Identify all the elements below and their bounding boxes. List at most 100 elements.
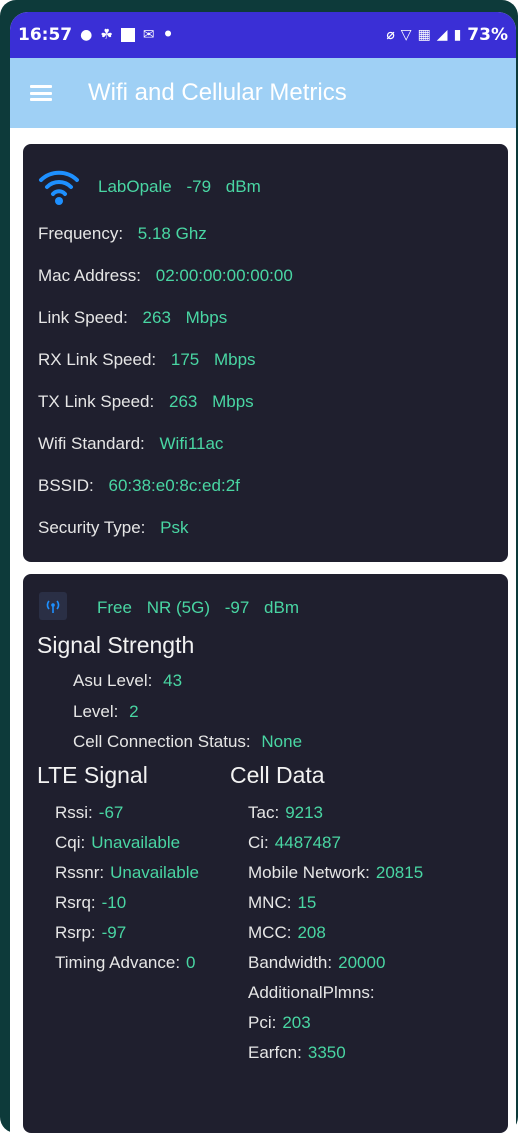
cell-data-value: 9213: [285, 803, 324, 822]
status-bar-right: ⌀ ▽ ▦ ◢ ▮ 73%: [386, 25, 508, 45]
app-bar: Wifi and Cellular Metrics: [10, 58, 516, 128]
lte-signal-heading: LTE Signal: [37, 762, 148, 788]
cell-card: Free NR (5G) -97 dBm Signal Strength Asu…: [23, 574, 508, 1133]
wifi-row-value: 263: [142, 308, 171, 327]
cell-data-value: 3350: [307, 1043, 346, 1062]
chat-notification-icon: ●: [80, 27, 93, 43]
wifi-row-link-speed: Link Speed: 263 Mbps: [38, 308, 227, 328]
signal-icon: ◢: [436, 27, 448, 43]
cell-data-value: 20815: [375, 863, 424, 882]
wifi-row-label: RX Link Speed:: [38, 350, 157, 369]
wifi-row-unit: Mbps: [212, 392, 254, 411]
battery-percent: 73%: [467, 25, 508, 45]
battery-icon: ▮: [453, 27, 462, 43]
level-label: Level:: [73, 702, 119, 721]
wifi-rssi: -79: [186, 177, 212, 196]
signal-strength-heading: Signal Strength: [37, 632, 195, 658]
asu-level-row: Asu Level: 43: [73, 671, 182, 691]
cell-data-label: Earfcn:: [248, 1043, 302, 1062]
wifi-row-value: 263: [168, 392, 198, 411]
menu-icon[interactable]: [30, 85, 52, 101]
mail-notification-icon: ✉: [142, 27, 155, 43]
cell-data-row-mobile-network: Mobile Network: 20815: [248, 863, 423, 883]
cell-data-heading: Cell Data: [230, 762, 325, 788]
level-row: Level: 2: [73, 702, 139, 722]
wifi-row-frequency: Frequency: 5.18 Ghz: [38, 224, 207, 244]
app-notification-icon: ☘: [100, 27, 113, 43]
cell-rssi-unit: dBm: [264, 598, 299, 617]
lte-row-rssnr: Rssnr: Unavailable: [55, 863, 199, 883]
lte-row-value: -67: [98, 803, 124, 822]
lte-row-label: Rsrp:: [55, 923, 96, 942]
wifi-row-value: 175: [170, 350, 200, 369]
cell-data-label: Mobile Network:: [248, 863, 370, 882]
mute-icon: ⌀: [386, 27, 395, 43]
cell-network-type: NR (5G): [146, 598, 210, 617]
cell-data-label: Pci:: [248, 1013, 277, 1032]
lte-row-value: -97: [101, 923, 127, 942]
cell-data-row-additional-plmns: AdditionalPlmns:: [248, 983, 381, 1003]
wifi-row-value: Wifi11ac: [159, 434, 224, 453]
status-time: 16:57: [18, 25, 73, 45]
lte-row-value: -10: [101, 893, 127, 912]
cell-data-row-mnc: MNC: 15: [248, 893, 316, 913]
asu-level-value: 43: [163, 671, 183, 690]
lte-row-value: Unavailable: [110, 863, 199, 882]
more-notifications-dot: •: [162, 25, 174, 45]
cell-header: Free NR (5G) -97 dBm: [97, 598, 299, 618]
square-notification-icon: [120, 28, 135, 42]
lte-row-value: Unavailable: [91, 833, 181, 852]
wifi-row-label: Frequency:: [38, 224, 124, 243]
wifi-status-icon: ▽: [400, 27, 412, 43]
cell-data-value: 20000: [338, 953, 386, 972]
wifi-row-tx-speed: TX Link Speed: 263 Mbps: [38, 392, 254, 412]
wifi-row-label: Mac Address:: [38, 266, 141, 285]
lte-row-label: Rssi:: [55, 803, 93, 822]
lte-row-label: Timing Advance:: [55, 953, 181, 972]
wifi-row-bssid: BSSID: 60:38:e0:8c:ed:2f: [38, 476, 240, 496]
wifi-row-value: 60:38:e0:8c:ed:2f: [108, 476, 240, 495]
cell-operator: Free: [97, 598, 132, 617]
lte-row-label: Cqi:: [55, 833, 86, 852]
level-value: 2: [129, 702, 139, 721]
antenna-icon-glyph: [46, 600, 60, 613]
wifi-row-unit: Mbps: [185, 308, 228, 327]
cell-data-row-earfcn: Earfcn: 3350: [248, 1043, 346, 1063]
lte-row-rssi: Rssi: -67: [55, 803, 123, 823]
wifi-ssid: LabOpale: [98, 177, 172, 196]
wifi-row-label: BSSID:: [38, 476, 94, 495]
cell-rssi: -97: [224, 598, 250, 617]
cell-data-row-tac: Tac: 9213: [248, 803, 323, 823]
wifi-card: LabOpale -79 dBm Frequency: 5.18 Ghz Mac…: [23, 144, 508, 562]
cell-data-value: 203: [282, 1013, 311, 1032]
lte-row-cqi: Cqi: Unavailable: [55, 833, 180, 853]
data-icon: ▦: [417, 27, 431, 43]
lte-row-value: 0: [186, 953, 196, 972]
cell-data-row-ci: Ci: 4487487: [248, 833, 341, 853]
wifi-row-value: 5.18 Ghz: [137, 224, 207, 243]
connection-status-value: None: [261, 732, 303, 751]
lte-row-rsrp: Rsrp: -97: [55, 923, 126, 943]
cell-data-label: MCC:: [248, 923, 292, 942]
wifi-row-unit: Mbps: [213, 350, 256, 369]
cell-data-row-bandwidth: Bandwidth: 20000: [248, 953, 385, 973]
wifi-row-value: 02:00:00:00:00:00: [155, 266, 293, 285]
app-title: Wifi and Cellular Metrics: [88, 79, 347, 106]
wifi-row-label: TX Link Speed:: [38, 392, 155, 411]
cell-data-label: Bandwidth:: [248, 953, 333, 972]
wifi-rssi-unit: dBm: [225, 177, 261, 196]
asu-level-label: Asu Level:: [73, 671, 153, 690]
cell-data-label: Tac:: [248, 803, 280, 822]
wifi-row-security: Security Type: Psk: [38, 518, 188, 538]
wifi-row-label: Wifi Standard:: [38, 434, 145, 453]
cell-data-label: AdditionalPlmns:: [248, 983, 375, 1002]
status-bar-left: 16:57 ● ☘ ✉ •: [18, 25, 174, 45]
lte-row-rsrq: Rsrq: -10: [55, 893, 126, 913]
wifi-row-label: Security Type:: [38, 518, 146, 537]
lte-row-timing-advance: Timing Advance: 0: [55, 953, 196, 973]
antenna-icon: [39, 592, 67, 620]
cell-data-label: MNC:: [248, 893, 292, 912]
wifi-row-rx-speed: RX Link Speed: 175 Mbps: [38, 350, 256, 370]
cell-data-value: 4487487: [274, 833, 341, 852]
connection-status-label: Cell Connection Status:: [73, 732, 251, 751]
